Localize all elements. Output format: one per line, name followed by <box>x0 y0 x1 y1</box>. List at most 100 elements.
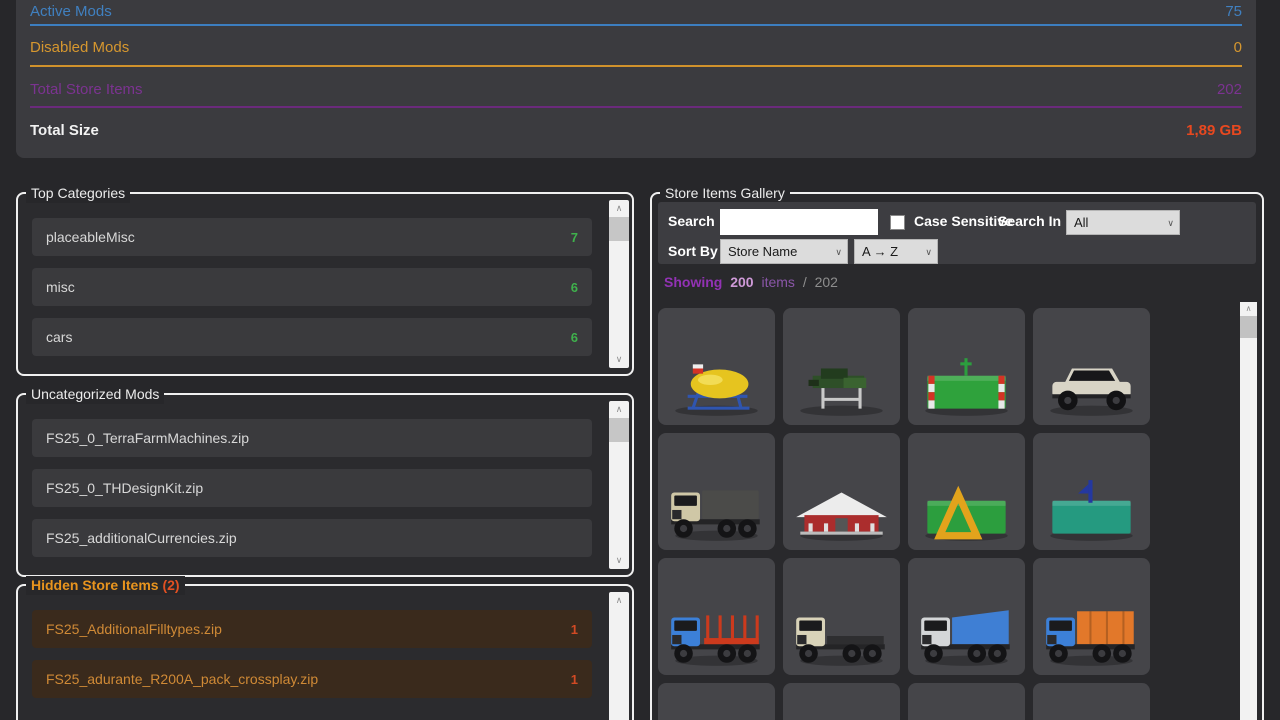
gallery-tile-green-field-implement[interactable] <box>783 308 900 425</box>
active-mods-value: 75 <box>1225 3 1242 20</box>
category-row-name: cars <box>46 329 72 345</box>
gallery-tile-yellow-crop-sprayer[interactable] <box>658 308 775 425</box>
category-row[interactable]: misc 6 <box>32 268 592 306</box>
scroll-up-icon[interactable]: ∧ <box>609 402 629 417</box>
stat-row-disabled-mods: Disabled Mods 0 <box>30 26 1242 67</box>
sort-by-dropdown[interactable]: Store Name ∨ <box>720 239 848 264</box>
scroll-thumb[interactable] <box>1240 316 1257 338</box>
search-in-label: Search In <box>998 213 1061 229</box>
gallery-tile-tan-truck-chassis[interactable] <box>783 558 900 675</box>
scroll-down-icon[interactable]: ∨ <box>609 352 629 367</box>
gallery-tile-white-offroad-suv[interactable] <box>1033 308 1150 425</box>
category-row-name: misc <box>46 279 75 295</box>
thumbnail-tan-truck-chassis <box>790 603 893 669</box>
scroll-thumb[interactable] <box>609 418 629 442</box>
hidden-item-row[interactable]: FS25_adurante_R200A_pack_crossplay.zip 1 <box>32 660 592 698</box>
thumbnail-yellow-crop-sprayer <box>665 353 768 419</box>
gallery-tile-partial[interactable] <box>1033 683 1150 720</box>
uncategorized-mods-header: Uncategorized Mods <box>26 385 164 404</box>
gallery-tile-green-container-aframe[interactable] <box>908 433 1025 550</box>
thumbnail-blue-truck-orange-trailer <box>1040 603 1143 669</box>
mod-row[interactable]: FS25_additionalCurrencies.zip <box>32 519 592 557</box>
gallery-grid <box>658 308 1160 720</box>
search-input[interactable] <box>720 209 878 235</box>
thumbnail-white-offroad-suv <box>1040 353 1143 419</box>
hidden-item-row-name: FS25_AdditionalFilltypes.zip <box>46 621 222 637</box>
sort-direction-dropdown[interactable]: A → Z ∨ <box>854 239 938 264</box>
top-categories-header: Top Categories <box>26 184 130 203</box>
thumbnail-white-dump-truck <box>915 603 1018 669</box>
hidden-store-items-count: (2) <box>162 577 179 593</box>
hidden-item-row-count: 1 <box>571 622 578 637</box>
total-store-items-value: 202 <box>1217 81 1242 98</box>
hidden-store-items-scrollbar[interactable]: ∧ ∨ <box>609 592 629 720</box>
scroll-up-icon[interactable]: ∧ <box>1240 302 1257 316</box>
showing-count: 200 <box>730 274 753 290</box>
category-row-name: placeableMisc <box>46 229 135 245</box>
uncategorized-mods-scrollbar[interactable]: ∧ ∨ <box>609 401 629 569</box>
mod-row-name: FS25_0_THDesignKit.zip <box>46 480 203 496</box>
scroll-up-icon[interactable]: ∧ <box>609 201 629 216</box>
gallery-tile-partial[interactable] <box>658 683 775 720</box>
scroll-thumb[interactable] <box>609 217 629 241</box>
thumbnail-teal-container-mast <box>1040 478 1143 544</box>
showing-separator: / <box>803 274 807 290</box>
gallery-tile-red-farm-building[interactable] <box>783 433 900 550</box>
gallery-scrollbar[interactable]: ∧ <box>1240 302 1257 720</box>
uncategorized-mods-list: FS25_0_TerraFarmMachines.zip FS25_0_THDes… <box>32 419 592 569</box>
chevron-down-icon: ∨ <box>1167 212 1174 235</box>
stat-row-active-mods: Active Mods 75 <box>30 0 1242 26</box>
group-store-items-gallery: Store Items Gallery Search Case Sensitiv… <box>650 192 1264 720</box>
gallery-tile-partial[interactable] <box>908 683 1025 720</box>
hidden-item-row[interactable]: FS25_AdditionalFilltypes.zip 1 <box>32 610 592 648</box>
mod-manager-window: Active Mods 75 Disabled Mods 0 Total Sto… <box>0 0 1280 720</box>
top-categories-list: placeableMisc 7 misc 6 cars 6 <box>32 218 592 368</box>
thumbnail-blue-log-truck <box>665 603 768 669</box>
hidden-item-row-count: 1 <box>571 672 578 687</box>
gallery-tile-green-striped-container[interactable] <box>908 308 1025 425</box>
chevron-down-icon: ∨ <box>925 241 932 264</box>
hidden-store-items-title: Hidden Store Items <box>31 577 159 593</box>
sort-by-value: Store Name <box>728 244 797 259</box>
top-categories-scrollbar[interactable]: ∧ ∨ <box>609 200 629 368</box>
group-uncategorized-mods: Uncategorized Mods FS25_0_TerraFarmMachi… <box>16 393 634 577</box>
mod-row-name: FS25_0_TerraFarmMachines.zip <box>46 430 249 446</box>
gallery-search-panel: Search Case Sensitive Search In All ∨ So… <box>658 202 1256 264</box>
hidden-store-items-list: FS25_AdditionalFilltypes.zip1FS25_aduran… <box>32 610 592 710</box>
thumbnail-green-striped-container <box>915 353 1018 419</box>
total-size-value: 1,89 GB <box>1186 122 1242 139</box>
active-mods-label: Active Mods <box>30 3 112 20</box>
category-row-count: 6 <box>571 280 578 295</box>
category-row-count: 7 <box>571 230 578 245</box>
group-hidden-store-items: Hidden Store Items (2) FS25_AdditionalFi… <box>16 584 634 720</box>
gallery-tile-white-dump-truck[interactable] <box>908 558 1025 675</box>
scroll-down-icon[interactable]: ∨ <box>609 553 629 568</box>
gallery-tile-military-flatbed-truck[interactable] <box>658 433 775 550</box>
sort-by-label: Sort By <box>668 243 718 259</box>
group-top-categories: Top Categories placeableMisc7misc6cars6 … <box>16 192 634 376</box>
search-in-dropdown[interactable]: All ∨ <box>1066 210 1180 235</box>
gallery-tile-blue-truck-orange-trailer[interactable] <box>1033 558 1150 675</box>
category-row-count: 6 <box>571 330 578 345</box>
search-in-value: All <box>1074 215 1088 230</box>
mod-row[interactable]: FS25_0_THDesignKit.zip <box>32 469 592 507</box>
sort-direction-value: A → Z <box>862 244 898 259</box>
gallery-tile-partial[interactable] <box>783 683 900 720</box>
disabled-mods-label: Disabled Mods <box>30 39 129 56</box>
thumbnail-military-flatbed-truck <box>665 478 768 544</box>
hidden-item-row-name: FS25_adurante_R200A_pack_crossplay.zip <box>46 671 318 687</box>
category-row[interactable]: placeableMisc 7 <box>32 218 592 256</box>
showing-word: Showing <box>664 274 722 290</box>
thumbnail-green-container-aframe <box>915 478 1018 544</box>
category-row[interactable]: cars 6 <box>32 318 592 356</box>
gallery-tile-blue-log-truck[interactable] <box>658 558 775 675</box>
scroll-up-icon[interactable]: ∧ <box>609 593 629 608</box>
total-size-label: Total Size <box>30 122 99 139</box>
case-sensitive-checkbox[interactable] <box>890 215 905 230</box>
mod-row[interactable]: FS25_0_TerraFarmMachines.zip <box>32 419 592 457</box>
mod-row-name: FS25_additionalCurrencies.zip <box>46 530 237 546</box>
chevron-down-icon: ∨ <box>835 241 842 264</box>
total-store-items-label: Total Store Items <box>30 81 143 98</box>
hidden-store-items-header: Hidden Store Items (2) <box>26 576 185 595</box>
gallery-tile-teal-container-mast[interactable] <box>1033 433 1150 550</box>
